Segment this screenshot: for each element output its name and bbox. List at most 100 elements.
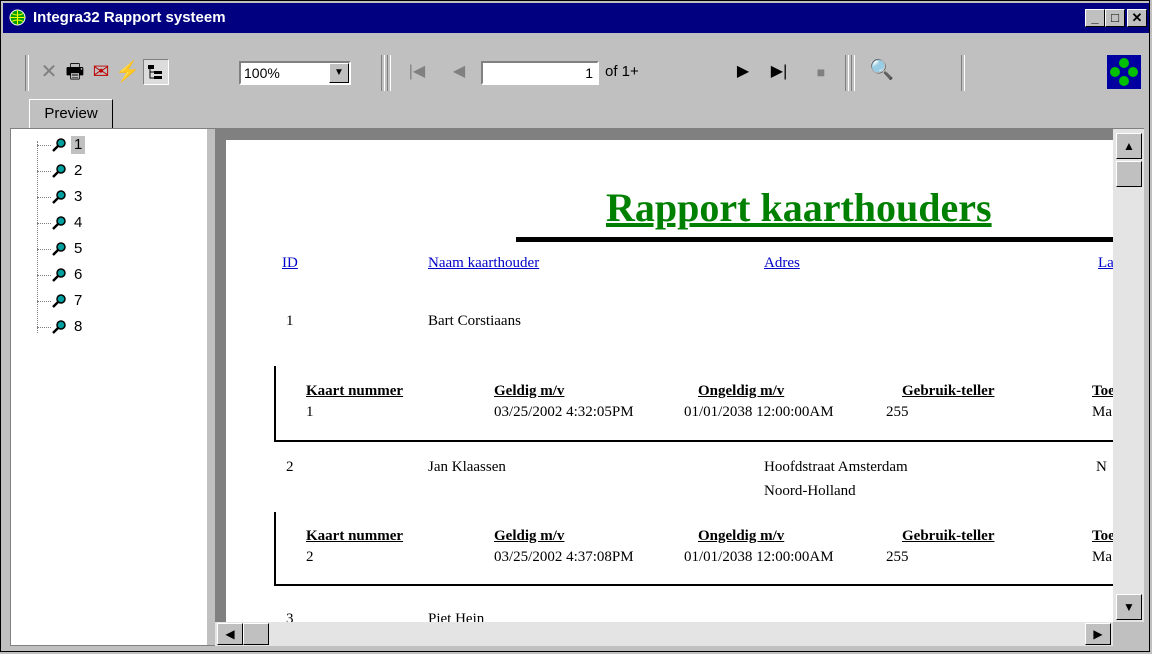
magnifier-icon [52, 294, 66, 308]
detail-counter: 255 [886, 549, 909, 565]
title-bar: Integra32 Rapport systeem _ □ ✕ [3, 3, 1149, 33]
maximize-icon: □ [1111, 10, 1119, 25]
detail-access: Ma [1092, 404, 1112, 420]
minimize-button[interactable]: _ [1085, 9, 1105, 27]
globe-icon [9, 9, 26, 26]
page-number-input[interactable]: 1 [481, 61, 599, 85]
previous-page-icon[interactable]: ◀ [447, 61, 471, 83]
toolbar: ✕ 🖶 ✉ ⚡ 100% ▼ |◀ ◀ 1 of 1+ ▶ ▶| ■ 🔍 [3, 37, 1149, 95]
toolbar-separator [25, 55, 29, 91]
vertical-scrollbar[interactable]: ▲ ▼ [1113, 129, 1144, 622]
export-icon[interactable]: ✉ [89, 61, 113, 83]
tree-item[interactable]: 2 [37, 161, 97, 181]
tree-item-label: 1 [71, 136, 86, 154]
sub-header-valid: Geldig m/v [494, 528, 565, 544]
scroll-down-icon[interactable]: ▼ [1116, 594, 1142, 620]
magnifier-icon [52, 268, 66, 282]
scroll-right-icon[interactable]: ▶ [1085, 623, 1111, 645]
tree-item[interactable]: 4 [37, 213, 97, 233]
record-last: N [1096, 459, 1107, 475]
toolbar-separator [845, 55, 849, 91]
last-page-icon[interactable]: ▶| [767, 61, 791, 83]
toolbar-separator [961, 55, 965, 91]
tree-item[interactable]: 3 [37, 187, 97, 207]
sub-header-card: Kaart nummer [306, 383, 404, 399]
magnifier-icon [52, 164, 66, 178]
tree-item-label: 7 [74, 292, 83, 309]
tree-item-label: 8 [74, 318, 83, 335]
horizontal-scroll-thumb[interactable] [243, 623, 269, 645]
magnifier-icon [52, 242, 66, 256]
column-header-id: ID [282, 255, 298, 271]
vertical-scroll-thumb[interactable] [1116, 161, 1142, 187]
detail-border [274, 366, 276, 442]
record-id: 1 [286, 313, 294, 329]
detail-card: 2 [306, 549, 314, 565]
print-icon[interactable]: 🖶 [63, 61, 87, 83]
tree-item-label: 2 [74, 162, 83, 179]
first-page-icon[interactable]: |◀ [405, 61, 429, 83]
report-viewer: Rapport kaarthouders ID Naam kaarthouder… [215, 129, 1144, 645]
sub-header-invalid: Ongeldig m/v [698, 383, 785, 399]
stop-icon[interactable]: ■ [809, 61, 833, 83]
column-header-last: La [1098, 255, 1114, 271]
crystal-logo-icon [1107, 55, 1141, 89]
toolbar-separator [381, 55, 385, 91]
scroll-left-icon[interactable]: ◀ [217, 623, 243, 645]
page-number-value: 1 [585, 65, 593, 81]
record-name: Bart Corstiaans [428, 313, 521, 329]
cancel-icon[interactable]: ✕ [37, 61, 61, 83]
sub-header-access: Toe [1092, 528, 1115, 544]
close-button[interactable]: ✕ [1127, 9, 1147, 27]
detail-invalid: 01/01/2038 12:00:00AM [684, 404, 834, 420]
tree-item[interactable]: 8 [37, 317, 97, 337]
zoom-value: 100% [244, 65, 280, 81]
maximize-button[interactable]: □ [1105, 9, 1125, 27]
tree-item[interactable]: 6 [37, 265, 97, 285]
refresh-lightning-icon[interactable]: ⚡ [115, 61, 140, 83]
title-rule [516, 237, 1116, 242]
horizontal-scrollbar[interactable]: ◀ ▶ [215, 622, 1113, 646]
toggle-tree-button[interactable] [143, 59, 169, 85]
record-address-line1: Hoofdstraat Amsterdam [764, 459, 908, 475]
magnifier-icon [52, 190, 66, 204]
detail-access: Ma [1092, 549, 1112, 565]
tree-icon [148, 65, 162, 79]
record-name: Jan Klaassen [428, 459, 506, 475]
detail-counter: 255 [886, 404, 909, 420]
splitter-handle[interactable] [207, 129, 215, 645]
sub-header-invalid: Ongeldig m/v [698, 528, 785, 544]
toolbar-separator [387, 55, 391, 91]
detail-card: 1 [306, 404, 314, 420]
sub-header-counter: Gebruik-teller [902, 383, 995, 399]
tree-item-label: 4 [74, 214, 83, 231]
tree-item-label: 3 [74, 188, 83, 205]
detail-invalid: 01/01/2038 12:00:00AM [684, 549, 834, 565]
scroll-up-icon[interactable]: ▲ [1116, 133, 1142, 159]
chevron-down-icon[interactable]: ▼ [329, 63, 349, 83]
tree-item[interactable]: 7 [37, 291, 97, 311]
sub-header-access: Toe [1092, 383, 1115, 399]
detail-border [274, 584, 1116, 586]
magnifier-icon [52, 138, 66, 152]
binoculars-search-icon[interactable]: 🔍 [869, 59, 894, 81]
tab-preview[interactable]: Preview [29, 99, 113, 129]
zoom-select[interactable]: 100% ▼ [239, 61, 351, 85]
tab-preview-label: Preview [44, 105, 98, 122]
tree-item-label: 6 [74, 266, 83, 283]
magnifier-icon [52, 320, 66, 334]
page-count-label: of 1+ [605, 63, 639, 80]
next-page-icon[interactable]: ▶ [731, 61, 755, 83]
record-address-line2: Noord-Holland [764, 483, 856, 499]
report-title: Rapport kaarthouders [606, 185, 992, 230]
tree-item[interactable]: 1 [37, 135, 97, 155]
sub-header-card: Kaart nummer [306, 528, 404, 544]
tree-item[interactable]: 5 [37, 239, 97, 259]
scroll-corner [1113, 622, 1144, 646]
detail-valid: 03/25/2002 4:37:08PM [494, 549, 634, 565]
close-icon: ✕ [1131, 10, 1143, 25]
report-page: Rapport kaarthouders ID Naam kaarthouder… [226, 140, 1116, 626]
column-header-address: Adres [764, 255, 800, 271]
sub-header-valid: Geldig m/v [494, 383, 565, 399]
column-header-name: Naam kaarthouder [428, 255, 540, 271]
